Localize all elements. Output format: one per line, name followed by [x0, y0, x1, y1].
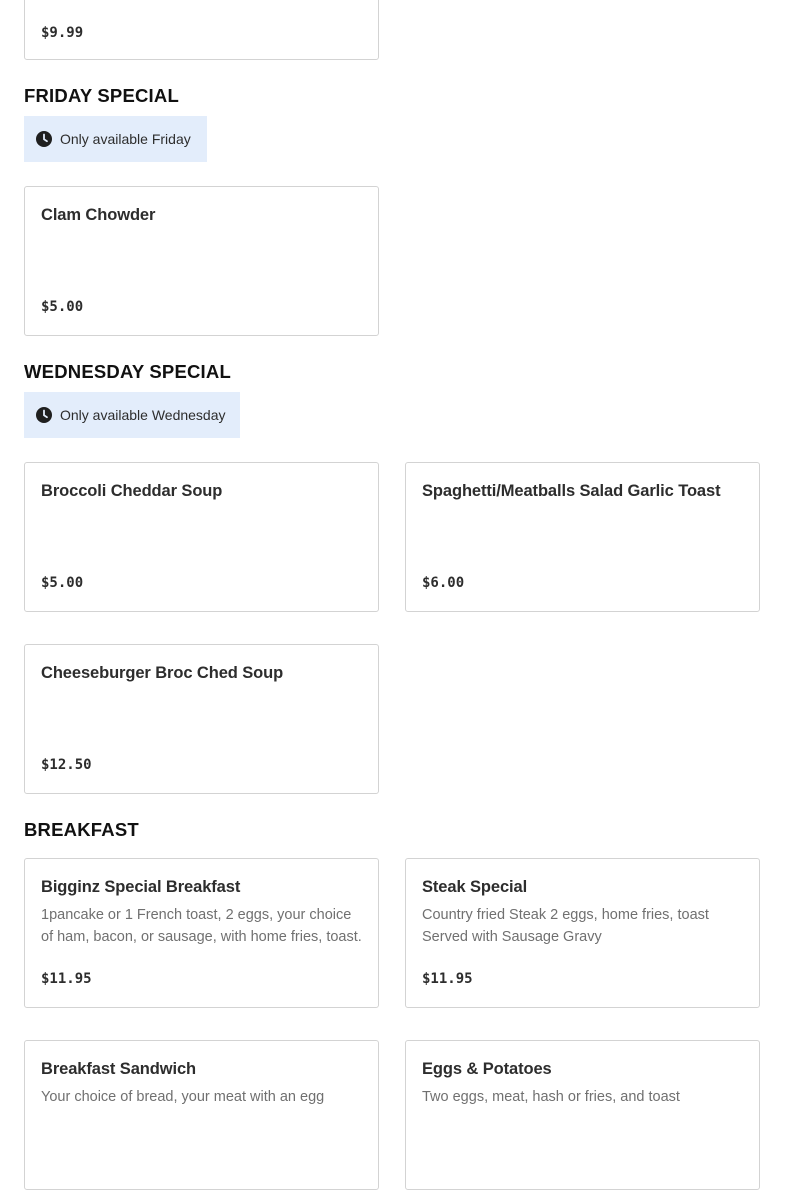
menu-item-price: $11.95 [41, 971, 92, 987]
availability-banner-wednesday: Only available Wednesday [24, 392, 240, 438]
menu-item-price: $11.95 [422, 971, 473, 987]
menu-item-price: $6.00 [422, 575, 465, 591]
menu-item-price: $12.50 [41, 757, 92, 773]
menu-item-name: Eggs & Potatoes [422, 1060, 552, 1078]
menu-item-card[interactable]: Broccoli Cheddar Soup $5.00 [24, 462, 379, 612]
menu-item-description: Country fried Steak 2 eggs, home fries, … [422, 907, 709, 945]
menu-item-card[interactable]: Cheeseburger Broc Ched Soup $12.50 [24, 644, 379, 794]
clock-icon [36, 407, 52, 423]
menu-item-price: $5.00 [41, 575, 84, 591]
menu-item-name: Spaghetti/Meatballs Salad Garlic Toast [422, 482, 721, 500]
availability-banner-friday: Only available Friday [24, 116, 207, 162]
section-title-wednesday-special: WEDNESDAY SPECIAL [24, 361, 231, 382]
menu-item-name: Broccoli Cheddar Soup [41, 482, 223, 500]
menu-item-description: Your choice of bread, your meat with an … [41, 1089, 325, 1105]
menu-item-card[interactable]: Bigginz Special Breakfast 1pancake or 1 … [24, 858, 379, 1008]
menu-item-name: Breakfast Sandwich [41, 1060, 197, 1078]
menu-item-description: 1pancake or 1 French toast, 2 eggs, your… [41, 907, 362, 945]
menu-item-price: $9.99 [41, 25, 84, 41]
menu-item-name: Steak Special [422, 878, 528, 896]
menu-item-price: $5.00 [41, 299, 84, 315]
menu-item-card[interactable]: Eggs & Potatoes Two eggs, meat, hash or … [405, 1040, 760, 1190]
menu-item-name: Cheeseburger Broc Ched Soup [41, 664, 284, 682]
menu-item-description: Two eggs, meat, hash or fries, and toast [422, 1089, 680, 1105]
menu-item-card[interactable]: Spaghetti/Meatballs Salad Garlic Toast $… [405, 462, 760, 612]
menu-item-name: Bigginz Special Breakfast [41, 878, 241, 896]
menu-item-card[interactable]: Steak Special Country fried Steak 2 eggs… [405, 858, 760, 1008]
section-title-breakfast: BREAKFAST [24, 819, 139, 840]
clock-icon [36, 131, 52, 147]
menu-item-card[interactable]: Breakfast Sandwich Your choice of bread,… [24, 1040, 379, 1190]
availability-text: Only available Wednesday [60, 407, 226, 423]
availability-text: Only available Friday [60, 131, 191, 147]
section-title-friday-special: FRIDAY SPECIAL [24, 85, 179, 106]
menu-item-card[interactable]: Clam Chowder $5.00 [24, 186, 379, 336]
menu-item-name: Clam Chowder [41, 206, 156, 224]
menu-item-card[interactable]: $9.99 [24, 0, 379, 60]
